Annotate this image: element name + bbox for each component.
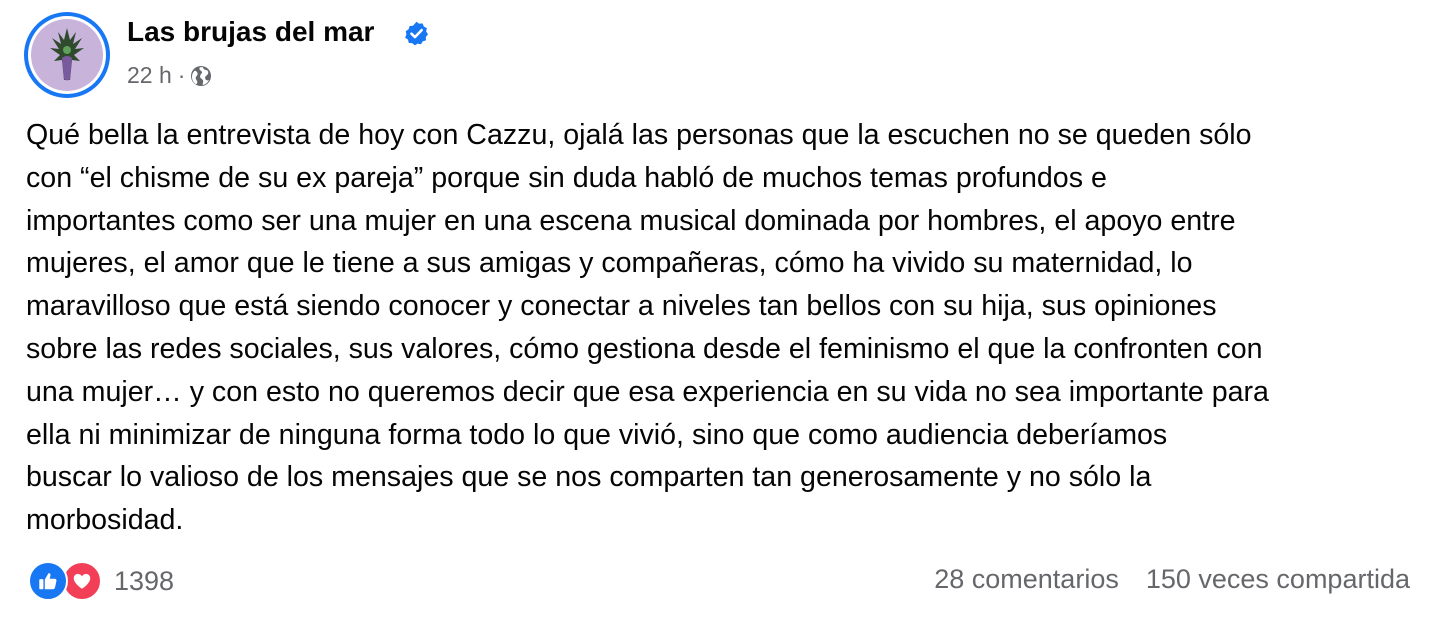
shares-link[interactable]: 150 veces compartida	[1146, 564, 1410, 595]
witch-plant-icon	[50, 28, 84, 81]
page-name[interactable]: Las brujas del mar	[127, 16, 374, 48]
engagement-stats: 28 comentarios 150 veces compartida	[934, 564, 1410, 595]
meta-separator: ·	[177, 62, 186, 88]
reactions-summary[interactable]: 1398	[28, 561, 174, 601]
post-text-line: maravilloso que está siendo conocer y co…	[26, 290, 1217, 323]
post-meta: 22 h ·	[127, 62, 213, 89]
post-text-line: una mujer… y con esto no queremos decir …	[26, 375, 1269, 408]
post-text-line: morbosidad.	[26, 504, 184, 537]
heart-icon	[73, 573, 91, 589]
like-icon	[28, 561, 68, 601]
post-time[interactable]: 22 h	[127, 62, 172, 89]
post-text-line: buscar lo valioso de los mensajes que se…	[26, 461, 1152, 494]
comments-link[interactable]: 28 comentarios	[934, 564, 1119, 595]
avatar-ring	[28, 16, 106, 94]
love-icon	[62, 561, 102, 601]
post-body: Qué bella la entrevista de hoy con Cazzu…	[26, 114, 1416, 542]
post-text-line: importantes como ser una mujer en una es…	[26, 204, 1236, 237]
verified-badge-icon	[405, 21, 428, 46]
post-text-line: sobre las redes sociales, sus valores, c…	[26, 332, 1263, 365]
post-text-line: mujeres, el amor que le tiene a sus amig…	[26, 247, 1193, 280]
post-text-line: Qué bella la entrevista de hoy con Cazzu…	[26, 119, 1252, 151]
post-text-line: con “el chisme de su ex pareja” porque s…	[26, 161, 1107, 194]
thumbs-up-icon	[39, 573, 57, 590]
avatar-image	[31, 19, 103, 91]
reaction-count: 1398	[114, 565, 175, 596]
globe-icon[interactable]	[189, 64, 213, 88]
page-avatar[interactable]	[24, 12, 110, 98]
post-text-line: ella ni minimizar de ninguna forma todo …	[26, 418, 1168, 451]
